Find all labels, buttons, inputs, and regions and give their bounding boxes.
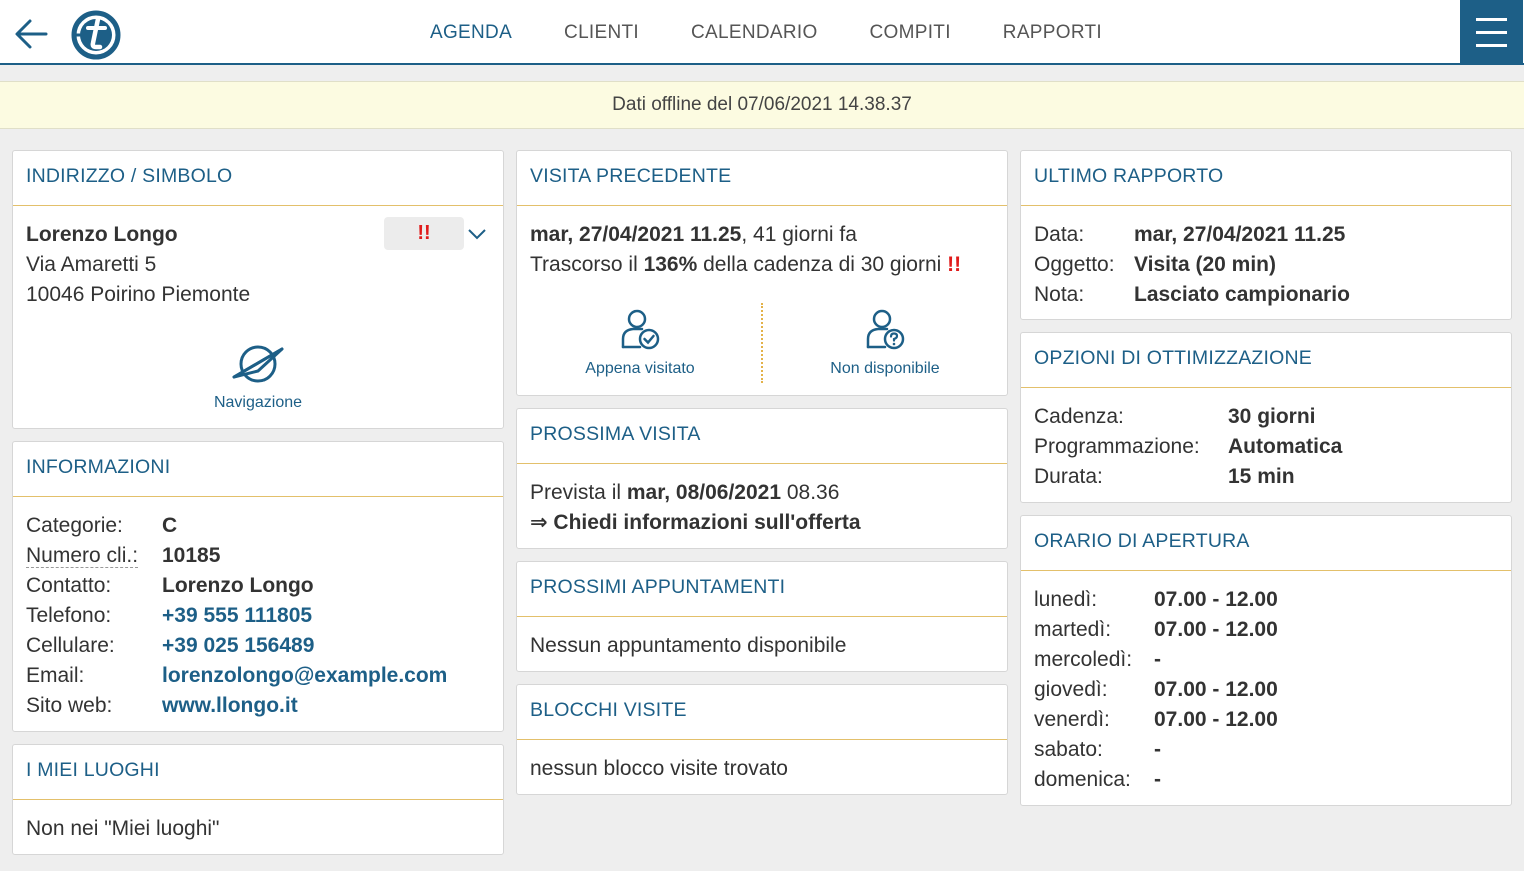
optimization-row: Programmazione: Automatica [1034,435,1343,458]
appointments-card: PROSSIMI APPUNTAMENTI Nessun appuntament… [516,561,1008,672]
address-card: INDIRIZZO / SIMBOLO Lorenzo Longo Via Am… [12,150,504,429]
hours-row: domenica: - [1034,768,1161,791]
places-card: I MIEI LUOGHI Non nei "Miei luoghi" [12,744,504,855]
cadence-line: Trascorso il 136% della cadenza di 30 gi… [530,253,962,276]
card-title: PROSSIMA VISITA [517,409,1007,464]
offline-banner: Dati offline del 07/06/2021 14.38.37 [0,81,1524,129]
report-row: Oggetto: Visita (20 min) [1034,253,1276,276]
tab-agenda[interactable]: AGENDA [404,0,538,65]
customer-number-label[interactable]: Numero cli.: [26,544,139,568]
info-row: Sito web: www.llongo.it [26,691,490,721]
not-available-button[interactable]: Non disponibile [785,307,985,378]
report-row: Data: mar, 27/04/2021 11.25 [1034,223,1346,246]
visit-actions: Appena visitato Non disponibile [517,301,1007,385]
hours-row: giovedì: 07.00 - 12.00 [1034,678,1278,701]
card-title: BLOCCHI VISITE [517,685,1007,740]
card-title: OPZIONI DI OTTIMIZZAZIONE [1021,333,1511,388]
info-row: Cellulare: +39 025 156489 [26,631,490,661]
info-row: Numero cli.: 10185 [26,544,221,568]
email-link[interactable]: lorenzolongo@example.com [162,661,447,691]
tab-rapporti[interactable]: RAPPORTI [977,0,1128,65]
hours-row: martedì: 07.00 - 12.00 [1034,618,1278,641]
back-arrow-icon[interactable] [10,12,54,56]
card-title: ULTIMO RAPPORTO [1021,151,1511,206]
opening-hours-card: ORARIO DI APERTURA lunedì: 07.00 - 12.00 … [1020,515,1512,806]
main-nav: AGENDA CLIENTI CALENDARIO COMPITI RAPPOR… [404,0,1128,65]
tab-calendario[interactable]: CALENDARIO [665,0,844,65]
next-visit-date-line: Prevista il mar, 08/06/2021 08.36 [530,481,840,504]
not-available-label: Non disponibile [830,360,940,377]
hamburger-menu-icon[interactable] [1460,0,1523,65]
just-visited-label: Appena visitato [585,360,695,377]
visit-blocks-card: BLOCCHI VISITE nessun blocco visite trov… [516,684,1008,795]
card-title: INFORMAZIONI [13,442,503,497]
info-row: Contatto: Lorenzo Longo [26,574,314,597]
just-visited-button[interactable]: Appena visitato [540,307,740,378]
info-row: Telefono: +39 555 111805 [26,601,490,631]
top-bar: AGENDA CLIENTI CALENDARIO COMPITI RAPPOR… [0,0,1524,65]
tab-clienti[interactable]: CLIENTI [538,0,665,65]
optimization-card: OPZIONI DI OTTIMIZZAZIONE Cadenza: 30 gio… [1020,332,1512,503]
navigation-button[interactable]: Navigazione [163,341,353,412]
compass-icon [232,345,284,383]
user-question-icon [866,309,905,350]
places-text: Non nei "Miei luoghi" [26,817,220,840]
priority-badge[interactable]: !! [384,217,464,250]
hours-row: lunedì: 07.00 - 12.00 [1034,588,1278,611]
last-report-card: ULTIMO RAPPORTO Data: mar, 27/04/2021 11.… [1020,150,1512,320]
app-logo[interactable] [70,9,122,61]
previous-visit-date-line: mar, 27/04/2021 11.25, 41 giorni fa [530,223,857,246]
website-link[interactable]: www.llongo.it [162,691,298,721]
address-city: 10046 Poirino Piemonte [26,283,251,306]
next-visit-card: PROSSIMA VISITA Prevista il mar, 08/06/2… [516,408,1008,549]
card-title: VISITA PRECEDENTE [517,151,1007,206]
hours-row: venerdì: 07.00 - 12.00 [1034,708,1278,731]
card-title: ORARIO DI APERTURA [1021,516,1511,571]
visit-blocks-text: nessun blocco visite trovato [530,757,788,780]
phone-link[interactable]: +39 555 111805 [162,601,312,631]
tab-compiti[interactable]: COMPITI [844,0,977,65]
hours-row: mercoledì: - [1034,648,1161,671]
info-row: Categorie: C [26,514,178,537]
info-card: INFORMAZIONI Categorie: C Numero cli.: 101… [12,441,504,732]
optimization-row: Durata: 15 min [1034,465,1295,488]
navigation-label: Navigazione [213,394,303,411]
card-title: PROSSIMI APPUNTAMENTI [517,562,1007,617]
hours-row: sabato: - [1034,738,1161,761]
appointments-text: Nessun appuntamento disponibile [530,634,847,657]
warning-marker: !! [947,253,962,276]
address-street: Via Amaretti 5 [26,253,157,276]
mobile-link[interactable]: +39 025 156489 [162,631,314,661]
user-check-icon [621,309,660,350]
card-title: INDIRIZZO / SIMBOLO [13,151,503,206]
next-visit-task: ⇒ Chiedi informazioni sull'offerta [530,511,861,534]
divider [761,303,763,383]
chevron-down-icon[interactable] [466,223,488,245]
info-row: Email: lorenzolongo@example.com [26,661,490,691]
previous-visit-card: VISITA PRECEDENTE mar, 27/04/2021 11.25,… [516,150,1008,396]
report-row: Nota: Lasciato campionario [1034,283,1350,306]
card-title: I MIEI LUOGHI [13,745,503,800]
optimization-row: Cadenza: 30 giorni [1034,405,1316,428]
